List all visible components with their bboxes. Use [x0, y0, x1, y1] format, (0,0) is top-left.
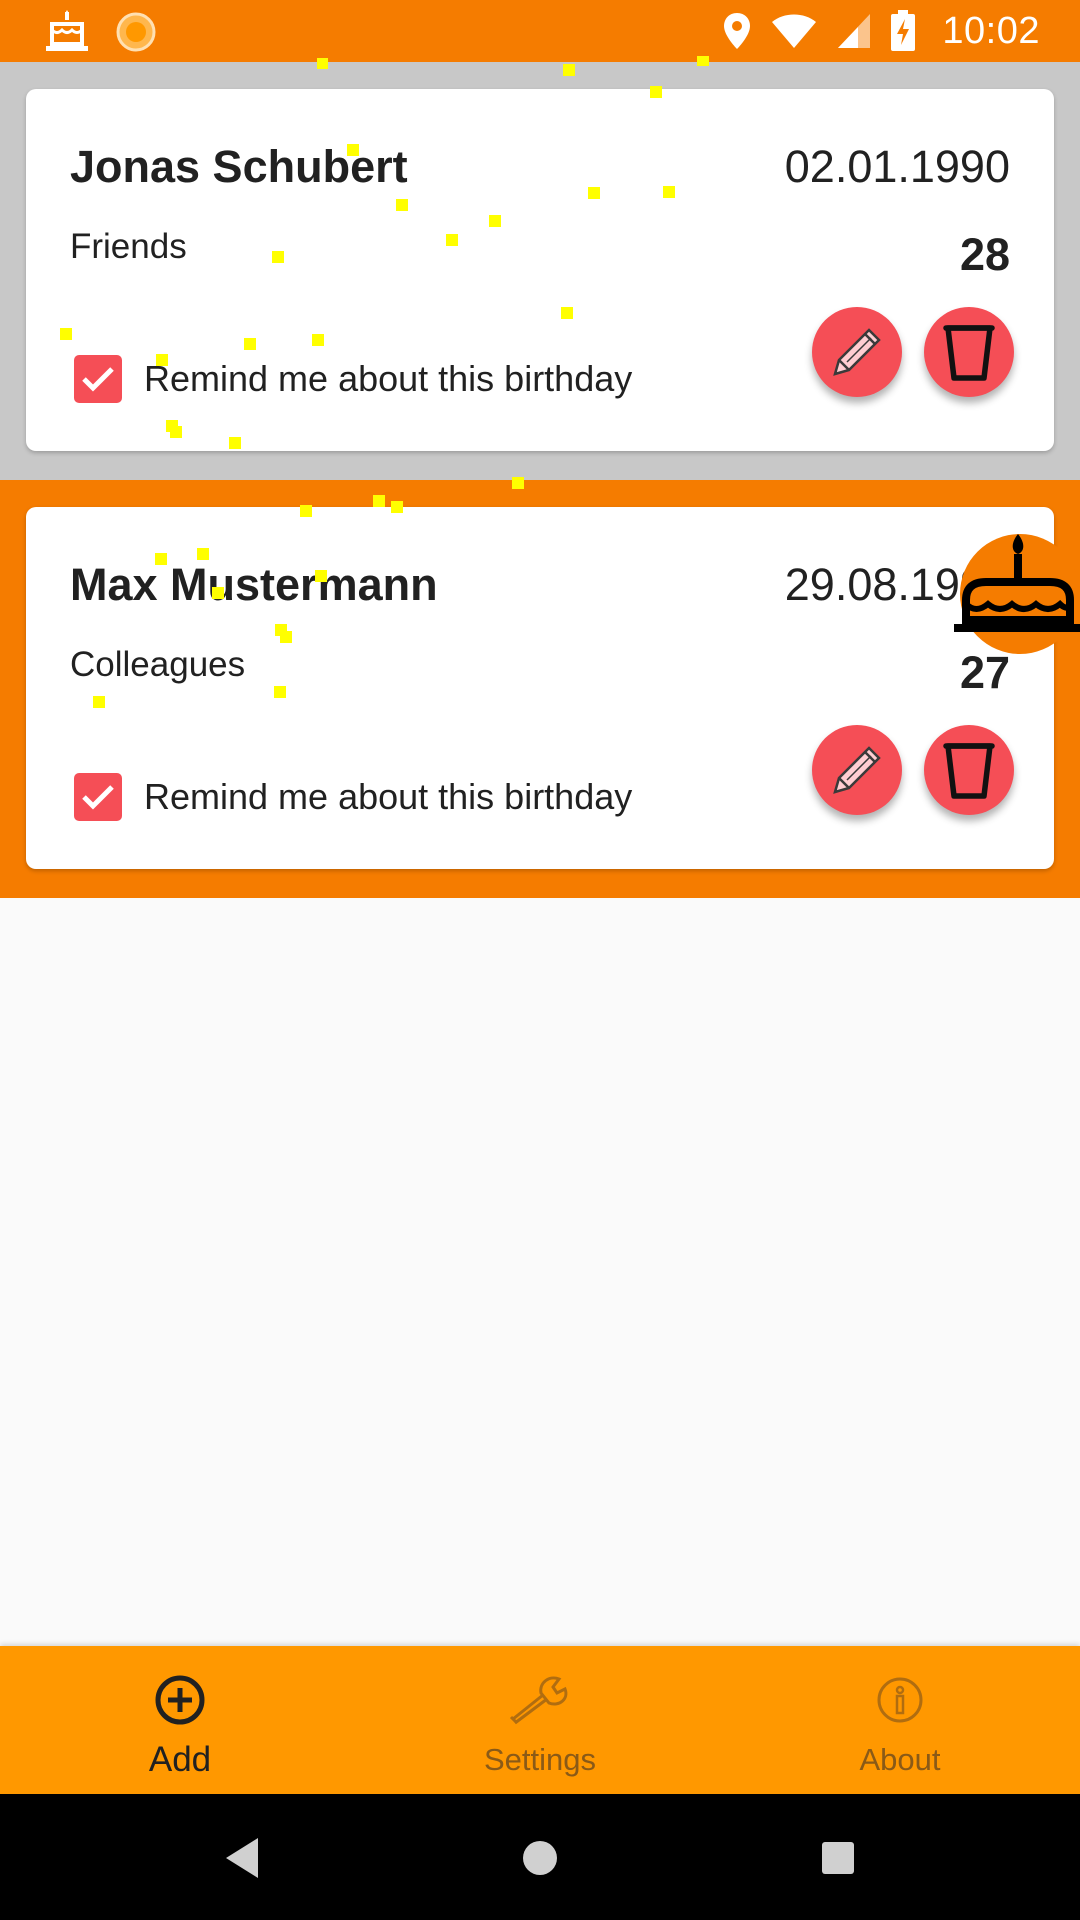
person-name: Jonas Schubert [70, 141, 408, 192]
add-circle-icon [154, 1672, 206, 1728]
orange-circle-notification-icon [116, 12, 156, 52]
edit-button[interactable] [812, 725, 902, 815]
delete-button[interactable] [924, 307, 1014, 397]
birthday-row: Jonas Schubert 02.01.1990 Friends 28 Rem… [0, 62, 1080, 480]
pencil-icon [833, 328, 881, 376]
birthday-row-today: Max Mustermann 29.08.1990 Colleagues 27 … [0, 480, 1080, 898]
recents-icon[interactable] [810, 1830, 866, 1886]
remind-checkbox[interactable] [74, 773, 122, 821]
wifi-icon [770, 12, 818, 50]
nav-about[interactable]: About [720, 1646, 1080, 1794]
battery-charging-icon [890, 10, 916, 52]
remind-toggle[interactable]: Remind me about this birthday [74, 773, 632, 821]
birthday-card[interactable]: Jonas Schubert 02.01.1990 Friends 28 Rem… [26, 89, 1054, 451]
birthday-cake-icon [952, 534, 1080, 662]
nav-settings[interactable]: Settings [360, 1646, 720, 1794]
cake-notification-icon [44, 10, 90, 54]
location-icon [722, 11, 752, 51]
nav-label-add: Add [148, 1740, 212, 1779]
trash-icon [943, 743, 995, 799]
group-label: Colleagues [70, 645, 246, 684]
delete-button[interactable] [924, 725, 1014, 815]
check-icon [82, 367, 114, 392]
check-icon [82, 785, 114, 810]
person-name: Max Mustermann [70, 559, 438, 610]
system-navigation-bar [0, 1794, 1080, 1920]
remind-label: Remind me about this birthday [144, 358, 633, 399]
trash-icon [943, 325, 995, 381]
home-icon[interactable] [512, 1830, 568, 1886]
birth-date: 02.01.1990 [784, 141, 1010, 192]
remind-toggle[interactable]: Remind me about this birthday [74, 355, 632, 403]
clock: 10:02 [942, 9, 1040, 52]
remind-checkbox[interactable] [74, 355, 122, 403]
status-bar: 10:02 [0, 0, 1080, 62]
birthday-card[interactable]: Max Mustermann 29.08.1990 Colleagues 27 … [26, 507, 1054, 869]
system-status-icons: 10:02 [722, 6, 1040, 56]
back-icon[interactable] [214, 1830, 270, 1886]
remind-label: Remind me about this birthday [144, 776, 633, 817]
bottom-navigation: Add Settings About [0, 1646, 1080, 1794]
notification-icons [44, 8, 156, 56]
info-icon [875, 1672, 925, 1728]
group-label: Friends [70, 227, 187, 266]
nav-label-about: About [859, 1742, 941, 1777]
nav-add[interactable]: Add [0, 1646, 360, 1794]
wrench-icon [509, 1672, 571, 1728]
age-value: 28 [959, 229, 1010, 280]
edit-button[interactable] [812, 307, 902, 397]
nav-label-settings: Settings [483, 1742, 596, 1777]
signal-icon [836, 12, 872, 50]
pencil-icon [833, 746, 881, 794]
